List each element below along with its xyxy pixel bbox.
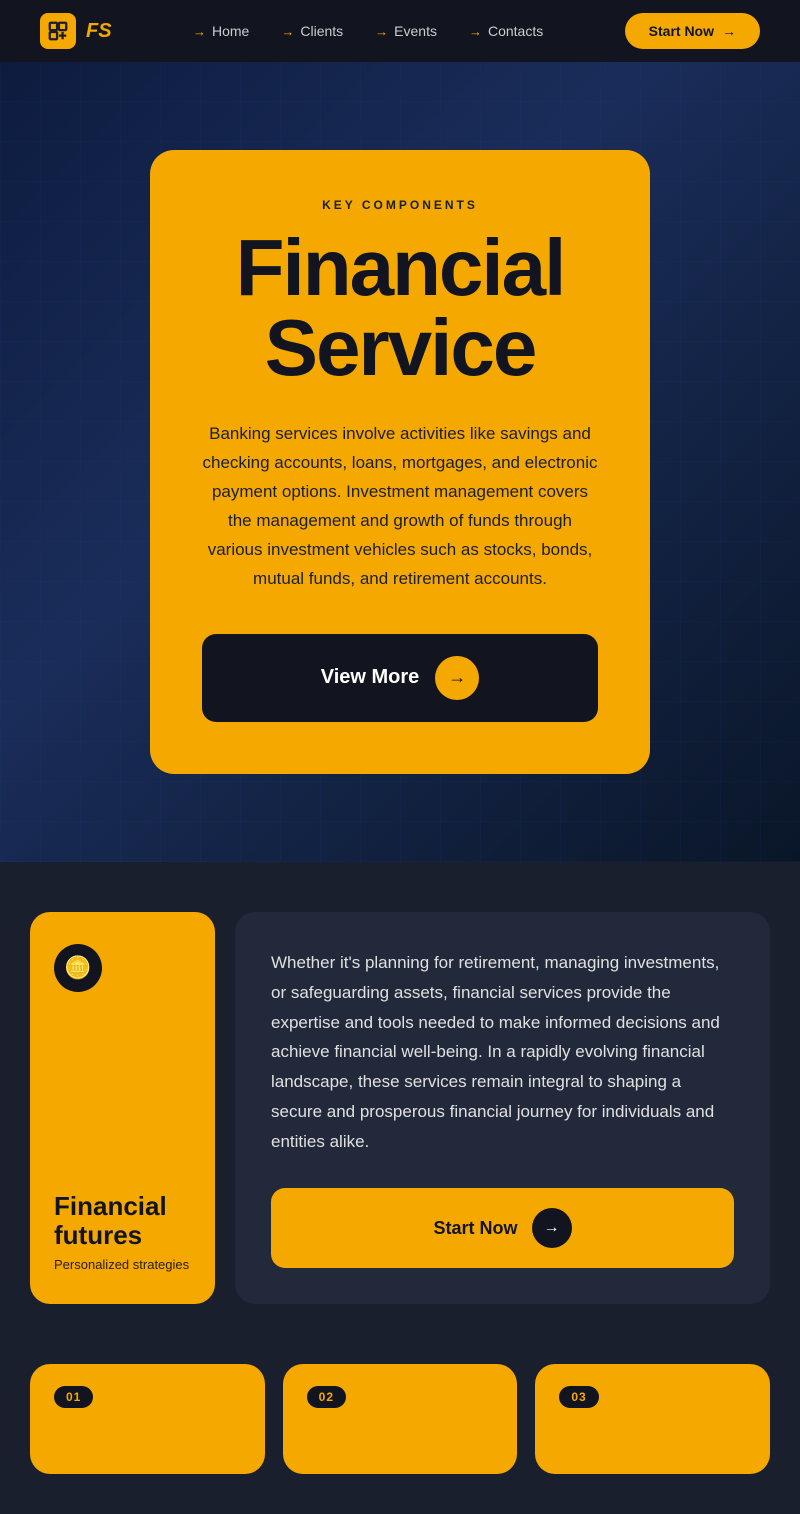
logo-icon (40, 13, 76, 49)
hero-card: KEY COMPONENTS Financial Service Banking… (150, 150, 650, 773)
nav-item-contacts[interactable]: Contacts (469, 23, 543, 39)
bottom-cards-section: 01 02 03 (0, 1354, 800, 1514)
bottom-card-01: 01 (30, 1364, 265, 1474)
hero-description: Banking services involve activities like… (202, 420, 598, 593)
info-body-card: Whether it's planning for retirement, ma… (235, 912, 770, 1304)
hero-eyebrow: KEY COMPONENTS (202, 198, 598, 212)
card-number-02: 02 (307, 1386, 346, 1408)
nav-link-home[interactable]: Home (193, 23, 249, 39)
bottom-card-02: 02 (283, 1364, 518, 1474)
nav-cta-button[interactable]: Start Now → (625, 13, 760, 49)
card-number-01: 01 (54, 1386, 93, 1408)
hero-title: Financial Service (202, 228, 598, 388)
hero-section: KEY COMPONENTS Financial Service Banking… (0, 62, 800, 862)
arrow-circle-icon: → (435, 656, 479, 700)
arrow-icon: → (722, 23, 736, 39)
arrow-circle-dark-icon: → (532, 1208, 572, 1248)
start-now-button[interactable]: Start Now → (271, 1188, 734, 1268)
nav-link-clients[interactable]: Clients (281, 23, 343, 39)
card-number-03: 03 (559, 1386, 598, 1408)
logo-text: FS (86, 20, 112, 43)
nav-link-contacts[interactable]: Contacts (469, 23, 543, 39)
info-body-text: Whether it's planning for retirement, ma… (271, 948, 734, 1156)
view-more-button[interactable]: View More → (202, 634, 598, 722)
bottom-card-03: 03 (535, 1364, 770, 1474)
coin-icon: 🪙 (54, 944, 102, 992)
financial-futures-card: 🪙 Financial futures Personalized strateg… (30, 912, 215, 1304)
navbar: FS Home Clients Events Contacts Start No… (0, 0, 800, 62)
card-subtitle: Personalized strategies (54, 1257, 191, 1272)
nav-links: Home Clients Events Contacts (193, 23, 543, 39)
logo: FS (40, 13, 112, 49)
card-title: Financial futures (54, 1192, 191, 1249)
info-section: 🪙 Financial futures Personalized strateg… (0, 862, 800, 1354)
nav-item-events[interactable]: Events (375, 23, 437, 39)
nav-link-events[interactable]: Events (375, 23, 437, 39)
nav-item-home[interactable]: Home (193, 23, 249, 39)
nav-item-clients[interactable]: Clients (281, 23, 343, 39)
